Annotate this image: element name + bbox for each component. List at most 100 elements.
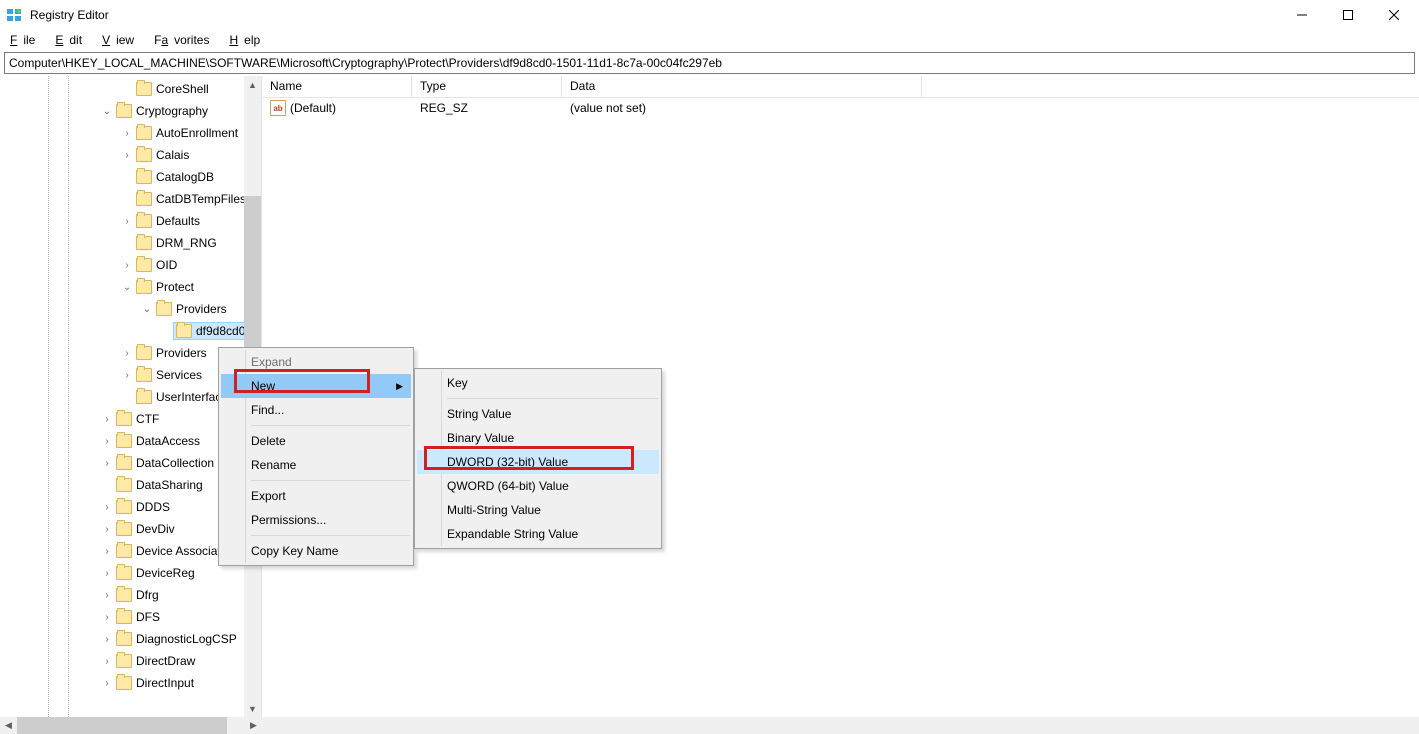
string-value-icon: ab xyxy=(270,100,286,116)
folder-icon xyxy=(116,456,132,470)
sub-dword[interactable]: DWORD (32-bit) Value xyxy=(417,450,659,474)
column-name[interactable]: Name xyxy=(262,76,412,97)
tree-item[interactable]: ›DiagnosticLogCSP xyxy=(0,628,261,650)
menu-view[interactable]: View xyxy=(96,31,146,49)
tree-item[interactable]: CatalogDB xyxy=(0,166,261,188)
column-data[interactable]: Data xyxy=(562,76,922,97)
address-bar[interactable]: Computer\HKEY_LOCAL_MACHINE\SOFTWARE\Mic… xyxy=(4,52,1415,74)
folder-icon xyxy=(136,258,152,272)
expand-icon[interactable]: › xyxy=(120,150,134,161)
tree-item[interactable]: › DirectInput xyxy=(0,672,261,694)
folder-icon xyxy=(116,412,132,426)
expand-icon[interactable]: › xyxy=(100,634,114,645)
collapse-icon[interactable]: ⌄ xyxy=(100,106,114,117)
expand-icon[interactable]: › xyxy=(100,414,114,425)
menu-help[interactable]: Help xyxy=(223,31,272,49)
folder-icon xyxy=(136,126,152,140)
tree-item[interactable]: ⌄Cryptography xyxy=(0,100,261,122)
scroll-right-arrow-icon[interactable]: ▶ xyxy=(245,717,262,734)
tree-item-label: DataAccess xyxy=(136,434,200,448)
collapse-icon[interactable]: ⌄ xyxy=(120,282,134,293)
tree-item[interactable]: ›DFS xyxy=(0,606,261,628)
ctx-permissions[interactable]: Permissions... xyxy=(221,508,411,532)
tree-item[interactable]: ⌄Providers xyxy=(0,298,261,320)
folder-icon xyxy=(116,104,132,118)
expand-icon[interactable]: › xyxy=(100,458,114,469)
folder-icon xyxy=(136,82,152,96)
collapse-icon[interactable]: ⌄ xyxy=(140,304,154,315)
column-type[interactable]: Type xyxy=(412,76,562,97)
sub-multi[interactable]: Multi-String Value xyxy=(417,498,659,522)
minimize-button[interactable] xyxy=(1279,0,1325,30)
tree-item-label: Dfrg xyxy=(136,588,159,602)
expand-icon[interactable]: › xyxy=(120,128,134,139)
tree-item[interactable]: ›Calais xyxy=(0,144,261,166)
tree-item[interactable]: ›DirectDraw xyxy=(0,650,261,672)
tree-item-label: CatDBTempFiles xyxy=(156,192,246,206)
folder-icon xyxy=(116,434,132,448)
ctx-delete[interactable]: Delete xyxy=(221,429,411,453)
menu-edit[interactable]: Edit xyxy=(49,31,94,49)
expand-icon[interactable]: › xyxy=(100,656,114,667)
menu-file-label: ile xyxy=(17,31,41,49)
tree-item[interactable]: CoreShell xyxy=(0,78,261,100)
sub-expand[interactable]: Expandable String Value xyxy=(417,522,659,546)
list-row[interactable]: ab(Default)REG_SZ(value not set) xyxy=(262,98,1419,118)
tree-item-label: OID xyxy=(156,258,177,272)
window-title: Registry Editor xyxy=(30,8,1279,22)
ctx-expand[interactable]: Expand xyxy=(221,350,411,374)
tree-item-label: Services xyxy=(156,368,202,382)
scroll-up-arrow-icon[interactable]: ▲ xyxy=(244,76,261,93)
folder-icon xyxy=(116,588,132,602)
tree-item-label: CTF xyxy=(136,412,159,426)
ctx-copy-key-name[interactable]: Copy Key Name xyxy=(221,539,411,563)
expand-icon[interactable]: › xyxy=(120,260,134,271)
separator xyxy=(251,480,410,481)
expand-icon[interactable]: › xyxy=(100,524,114,535)
menu-view-label: iew xyxy=(110,31,140,49)
expand-icon[interactable]: › xyxy=(100,590,114,601)
expand-icon[interactable]: › xyxy=(100,436,114,447)
menu-file[interactable]: File xyxy=(4,31,47,49)
sub-string[interactable]: String Value xyxy=(417,402,659,426)
tree-item[interactable]: ›AutoEnrollment xyxy=(0,122,261,144)
maximize-button[interactable] xyxy=(1325,0,1371,30)
ctx-rename[interactable]: Rename xyxy=(221,453,411,477)
expand-icon[interactable]: › xyxy=(120,370,134,381)
expand-icon[interactable]: › xyxy=(100,612,114,623)
submenu-arrow-icon: ▶ xyxy=(396,381,403,392)
sub-binary[interactable]: Binary Value xyxy=(417,426,659,450)
expand-icon[interactable]: › xyxy=(100,546,114,557)
scroll-thumb[interactable] xyxy=(244,196,261,356)
ctx-export[interactable]: Export xyxy=(221,484,411,508)
tree-item-label: DirectInput xyxy=(136,676,194,690)
scroll-down-arrow-icon[interactable]: ▼ xyxy=(244,700,261,717)
folder-icon xyxy=(136,280,152,294)
ctx-find[interactable]: Find... xyxy=(221,398,411,422)
expand-icon[interactable]: › xyxy=(100,502,114,513)
tree-item-label: Defaults xyxy=(156,214,200,228)
hscroll-thumb[interactable] xyxy=(17,717,227,734)
tree-item[interactable]: ⌄Protect xyxy=(0,276,261,298)
tree-item[interactable]: DRM_RNG xyxy=(0,232,261,254)
separator xyxy=(251,425,410,426)
tree-horizontal-scrollbar[interactable]: ◀ ▶ xyxy=(0,717,1419,734)
sub-key[interactable]: Key xyxy=(417,371,659,395)
menu-favorites[interactable]: Favorites xyxy=(148,31,221,49)
menu-edit-label: dit xyxy=(63,31,88,49)
folder-icon xyxy=(136,214,152,228)
tree-item[interactable]: CatDBTempFiles xyxy=(0,188,261,210)
expand-icon[interactable]: › xyxy=(120,216,134,227)
tree-item[interactable]: › Dfrg xyxy=(0,584,261,606)
expand-icon[interactable]: › xyxy=(120,348,134,359)
scroll-left-arrow-icon[interactable]: ◀ xyxy=(0,717,17,734)
close-button[interactable] xyxy=(1371,0,1417,30)
expand-icon[interactable]: › xyxy=(100,678,114,689)
tree-item[interactable]: › Defaults xyxy=(0,210,261,232)
expand-icon[interactable]: › xyxy=(100,568,114,579)
tree-item-label: DRM_RNG xyxy=(156,236,217,250)
sub-qword[interactable]: QWORD (64-bit) Value xyxy=(417,474,659,498)
tree-item[interactable]: df9d8cd0... xyxy=(0,320,261,342)
tree-item[interactable]: › OID xyxy=(0,254,261,276)
ctx-new[interactable]: New ▶ xyxy=(221,374,411,398)
